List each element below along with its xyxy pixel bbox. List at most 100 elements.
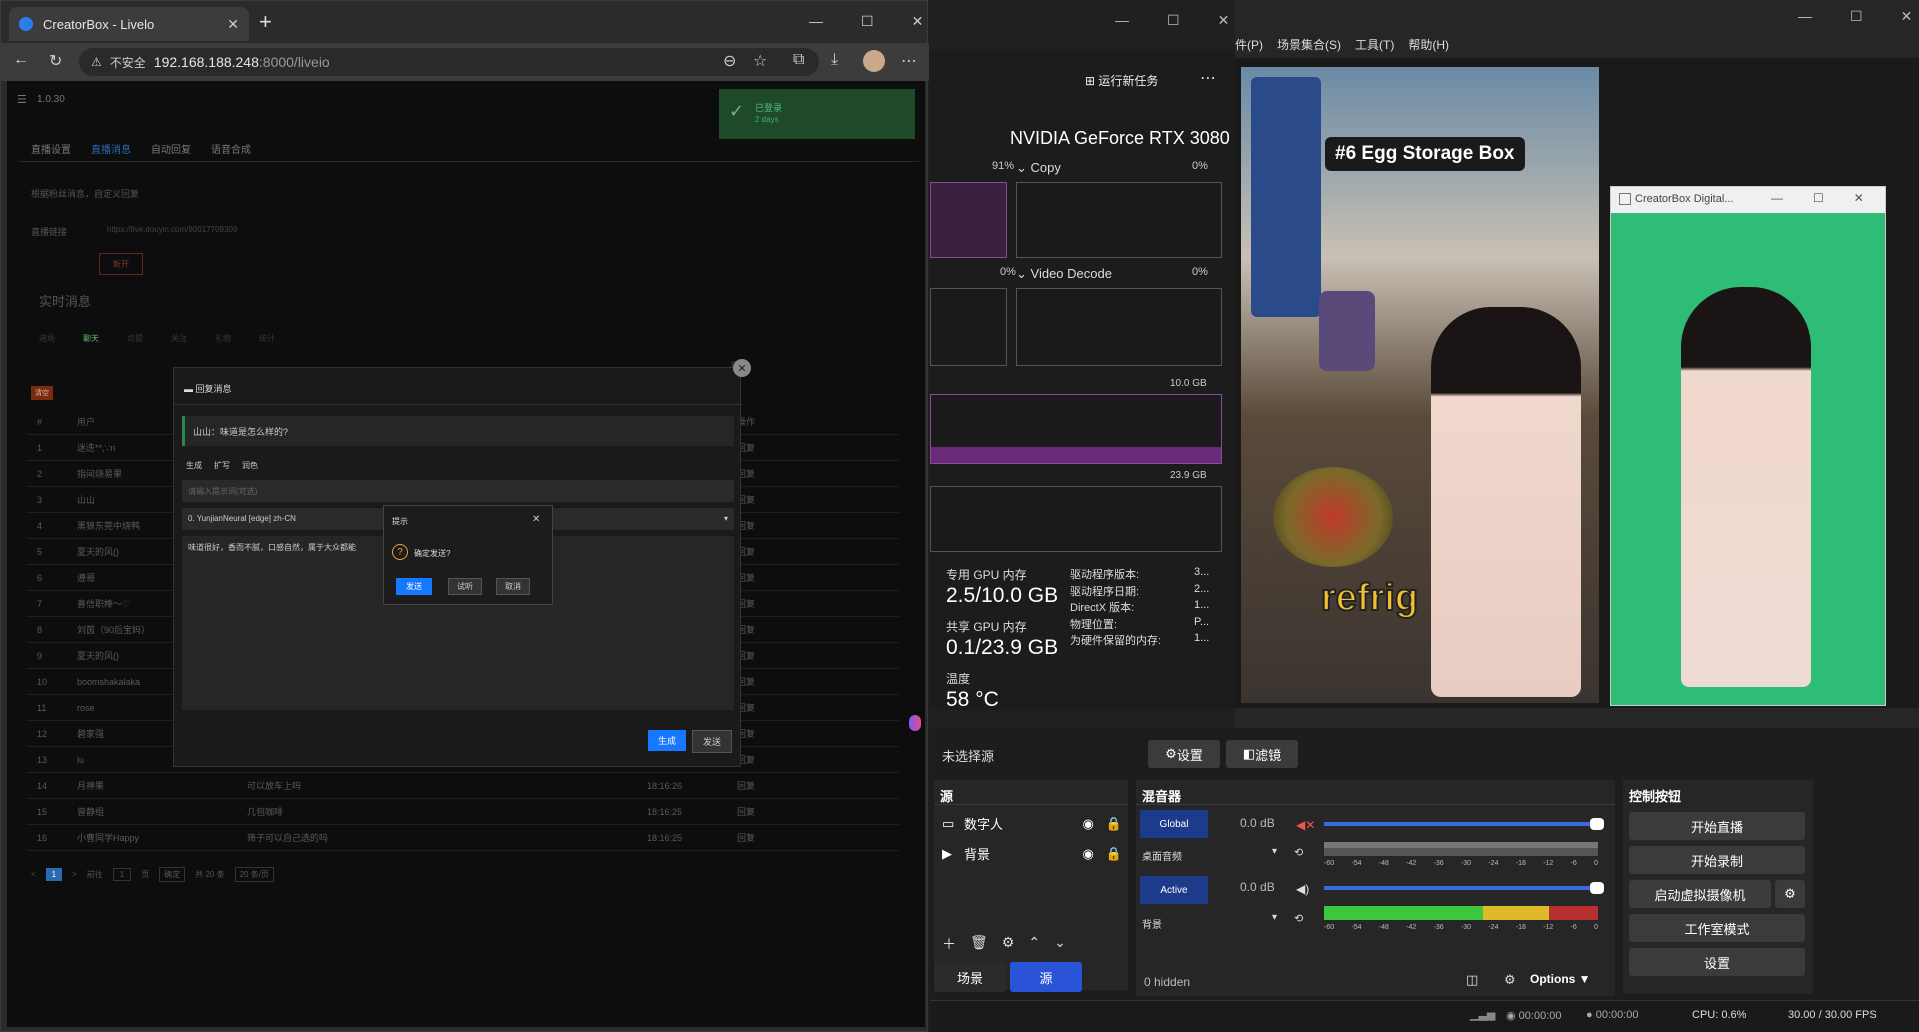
- generate-button[interactable]: 生成: [648, 730, 687, 751]
- menu-tools[interactable]: 工具(T): [1355, 36, 1394, 53]
- row-reply-link[interactable]: 回复: [737, 493, 777, 506]
- layout-icon[interactable]: ◫: [1466, 972, 1478, 988]
- back-icon[interactable]: ←: [13, 51, 29, 69]
- send-button[interactable]: 发送: [692, 730, 733, 753]
- download-icon[interactable]: ⤓: [831, 51, 838, 69]
- row-reply-link[interactable]: 回复: [737, 519, 777, 532]
- row-reply-link[interactable]: 回复: [737, 467, 777, 480]
- connect-button[interactable]: 断开: [99, 253, 143, 275]
- close-tab-icon[interactable]: ✕: [227, 16, 239, 33]
- filter-like[interactable]: 点赞: [127, 333, 143, 344]
- options-button[interactable]: Options ▼: [1530, 972, 1591, 986]
- favorite-icon[interactable]: ☆: [753, 51, 767, 71]
- confirm-send-button[interactable]: 发送: [396, 578, 432, 595]
- row-reply-link[interactable]: 回复: [737, 597, 777, 610]
- floating-assistant-icon[interactable]: [909, 715, 921, 731]
- source-settings-button[interactable]: ⚙ 设置: [1148, 740, 1220, 768]
- tab-live-settings[interactable]: 直播设置: [31, 141, 71, 156]
- source-item[interactable]: ▭ 数字人 ◉ 🔒: [942, 814, 1122, 833]
- minimize-icon[interactable]: —: [809, 13, 823, 30]
- add-icon[interactable]: ＋: [942, 934, 956, 954]
- confirm-cancel-button[interactable]: 取消: [496, 578, 530, 595]
- row-reply-link[interactable]: 回复: [737, 805, 777, 818]
- menu-help[interactable]: 帮助(H): [1408, 36, 1449, 53]
- maximize-icon[interactable]: ☐: [861, 13, 874, 30]
- filter-gift[interactable]: 礼物: [215, 333, 231, 344]
- row-reply-link[interactable]: 回复: [737, 441, 777, 454]
- tab-tts[interactable]: 语音合成: [211, 141, 251, 156]
- row-reply-link[interactable]: 回复: [737, 701, 777, 714]
- minimize-icon[interactable]: —: [1771, 191, 1783, 205]
- row-reply-link[interactable]: 回复: [737, 623, 777, 636]
- row-reply-link[interactable]: 回复: [737, 545, 777, 558]
- scenes-tab[interactable]: 场景: [934, 962, 1006, 992]
- page-size-select[interactable]: 20 条/页: [234, 867, 274, 882]
- gear-icon[interactable]: ⚙: [1002, 934, 1015, 954]
- row-reply-link[interactable]: 回复: [737, 727, 777, 740]
- dialog-close-icon[interactable]: ✕: [733, 359, 751, 377]
- next-page[interactable]: >: [72, 870, 77, 879]
- start-recording-button[interactable]: 开始录制: [1629, 846, 1805, 874]
- settings-button[interactable]: 设置: [1629, 948, 1805, 976]
- lock-icon[interactable]: 🔒: [1106, 846, 1122, 862]
- reload-icon[interactable]: ↻: [49, 51, 62, 71]
- down-icon[interactable]: ⌄: [1054, 934, 1066, 954]
- more-menu-icon[interactable]: ⋯: [901, 51, 917, 71]
- source-item[interactable]: ▶ 背景 ◉ 🔒: [942, 844, 1122, 863]
- mixer-settings-icon[interactable]: ⚙: [1504, 972, 1516, 988]
- maximize-icon[interactable]: ☐: [1850, 8, 1863, 25]
- start-virtual-camera-button[interactable]: 启动虚拟摄像机: [1629, 880, 1771, 908]
- filter-follow[interactable]: 关注: [171, 333, 187, 344]
- channel1-monitor-icon[interactable]: ⟲: [1294, 846, 1303, 859]
- up-icon[interactable]: ⌃: [1028, 934, 1040, 954]
- prompt-input[interactable]: 请输入提示词(可选): [182, 480, 734, 502]
- trash-icon[interactable]: 🗑: [970, 934, 988, 954]
- filter-enter[interactable]: 进场: [39, 333, 55, 344]
- channel2-monitor-icon[interactable]: ⟲: [1294, 912, 1303, 925]
- link-input[interactable]: https://live.douyin.com/80017709309: [107, 225, 237, 234]
- channel2-menu-icon[interactable]: ▾: [1272, 912, 1277, 923]
- speaker-icon[interactable]: ◀): [1296, 882, 1309, 896]
- muted-speaker-icon[interactable]: ◀✕: [1296, 818, 1315, 832]
- close-icon[interactable]: ✕: [1854, 191, 1864, 205]
- url-field[interactable]: ⚠ 不安全 192.168.188.248:8000/liveio: [79, 48, 819, 76]
- extensions-icon[interactable]: ⧉: [793, 51, 804, 69]
- filter-stats[interactable]: 统计: [259, 333, 275, 344]
- row-reply-link[interactable]: 回复: [737, 649, 777, 662]
- goto-confirm[interactable]: 确定: [159, 867, 186, 882]
- channel2-volume-slider[interactable]: [1324, 882, 1604, 894]
- tool-generate[interactable]: 生成: [186, 460, 202, 471]
- channel1-volume-slider[interactable]: [1324, 818, 1604, 830]
- sources-tab[interactable]: 源: [1010, 962, 1082, 992]
- menu-icon[interactable]: ☰: [17, 93, 27, 106]
- tab-auto-reply[interactable]: 自动回复: [151, 141, 191, 156]
- studio-mode-button[interactable]: 工作室模式: [1629, 914, 1805, 942]
- filter-chat[interactable]: 聊天: [83, 333, 99, 344]
- row-reply-link[interactable]: 回复: [737, 571, 777, 584]
- clear-badge[interactable]: 清空: [31, 386, 53, 400]
- menu-file[interactable]: 件(P): [1235, 36, 1263, 53]
- prev-page[interactable]: <: [31, 870, 36, 879]
- page-input[interactable]: 1: [112, 868, 132, 881]
- start-streaming-button[interactable]: 开始直播: [1629, 812, 1805, 840]
- tool-expand[interactable]: 扩写: [214, 460, 230, 471]
- lock-icon[interactable]: 🔒: [1106, 816, 1122, 832]
- row-reply-link[interactable]: 回复: [737, 831, 777, 844]
- page-1[interactable]: 1: [45, 868, 63, 881]
- eye-icon[interactable]: ◉: [1082, 816, 1093, 832]
- eye-icon[interactable]: ◉: [1082, 846, 1093, 862]
- row-reply-link[interactable]: 回复: [737, 675, 777, 688]
- confirm-listen-button[interactable]: 试听: [448, 578, 482, 595]
- virtual-camera-settings-icon[interactable]: ⚙: [1775, 880, 1805, 908]
- close-icon[interactable]: ✕: [1901, 8, 1913, 25]
- tool-polish[interactable]: 润色: [242, 460, 258, 471]
- menu-scene-collection[interactable]: 场景集合(S): [1277, 36, 1341, 53]
- channel1-menu-icon[interactable]: ▾: [1272, 846, 1277, 857]
- close-icon[interactable]: ✕: [912, 13, 924, 30]
- minimize-icon[interactable]: —: [1798, 8, 1812, 25]
- zoom-icon[interactable]: ⊖: [723, 51, 736, 71]
- new-tab-icon[interactable]: +: [259, 9, 272, 35]
- row-reply-link[interactable]: 回复: [737, 779, 777, 792]
- row-reply-link[interactable]: 回复: [737, 753, 777, 766]
- confirm-close-icon[interactable]: ✕: [532, 514, 540, 525]
